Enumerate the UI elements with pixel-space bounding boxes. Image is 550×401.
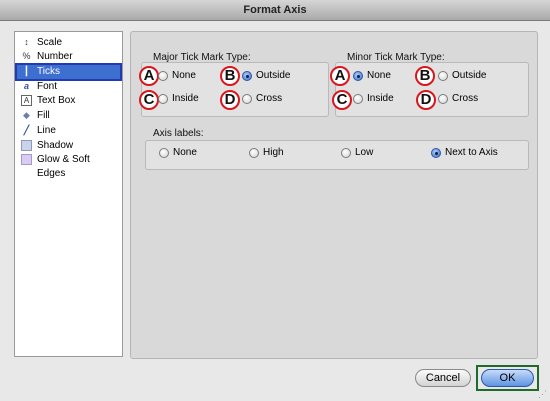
radio-label: Outside	[256, 70, 291, 81]
resize-grip-icon[interactable]: ⋰	[538, 389, 548, 399]
badge-c-minor: C	[332, 90, 352, 110]
sidebar-item-shadow[interactable]: ▢ Shadow	[17, 139, 120, 153]
line-icon: ╱	[23, 125, 30, 135]
radio-button[interactable]	[242, 71, 252, 81]
ticks-icon: ┃	[23, 66, 30, 76]
badge-a-major: A	[139, 66, 159, 86]
radio-label: None	[367, 70, 391, 81]
font-icon: a	[23, 81, 29, 91]
badge-a-minor: A	[330, 66, 350, 86]
sidebar-item-line[interactable]: ╱ Line	[17, 124, 120, 138]
radio-button[interactable]	[438, 94, 448, 104]
axis-labels-title: Axis labels:	[153, 128, 204, 139]
window-title: Format Axis	[0, 0, 550, 21]
shadow-icon: ▢	[21, 140, 32, 151]
radio-button[interactable]	[158, 94, 168, 104]
radio-button[interactable]	[249, 148, 259, 158]
radio-button[interactable]	[438, 71, 448, 81]
radio-label: Low	[355, 147, 374, 158]
sidebar-item-label: Glow & Soft Edges	[37, 154, 90, 179]
sidebar-item-font[interactable]: a Font	[17, 80, 120, 94]
radio-label: None	[172, 70, 196, 81]
radio-button[interactable]	[158, 71, 168, 81]
textbox-icon: A	[21, 95, 32, 106]
sidebar-item-scale[interactable]: ↕ Scale	[17, 36, 120, 50]
category-sidebar: ↕ Scale % Number ┃ Ticks a Font A Text B…	[14, 31, 123, 357]
sidebar-item-label: Shadow	[37, 140, 74, 151]
number-icon: %	[22, 51, 31, 61]
badge-b-minor: B	[415, 66, 435, 86]
badge-b-major: B	[220, 66, 240, 86]
sidebar-item-label: Fill	[37, 110, 50, 121]
radio-button[interactable]	[353, 71, 363, 81]
radio-button[interactable]	[353, 94, 363, 104]
sidebar-item-number[interactable]: % Number	[17, 50, 120, 64]
radio-label: Inside	[367, 93, 394, 104]
sidebar-item-glow-soft-edges[interactable]: ▢ Glow & Soft Edges	[17, 153, 120, 179]
radio-label: None	[173, 147, 197, 158]
radio-label: Outside	[452, 70, 487, 81]
sidebar-item-label: Scale	[37, 37, 63, 48]
paint-bucket-icon: ◆	[23, 110, 30, 120]
badge-d-major: D	[220, 90, 240, 110]
sidebar-item-ticks[interactable]: ┃ Ticks	[15, 63, 122, 81]
radio-label: Next to Axis	[445, 147, 498, 158]
sidebar-item-text-box[interactable]: A Text Box	[17, 94, 120, 108]
sidebar-item-label: Text Box	[37, 95, 76, 106]
sidebar-item-fill[interactable]: ◆ Fill	[17, 109, 120, 123]
glow-icon: ▢	[21, 154, 32, 165]
scale-icon: ↕	[24, 37, 29, 47]
sidebar-item-label: Font	[37, 81, 58, 92]
badge-c-major: C	[139, 90, 159, 110]
format-axis-dialog: Format Axis ↕ Scale % Number ┃ Ticks a F…	[0, 0, 550, 401]
radio-button[interactable]	[159, 148, 169, 158]
radio-label: High	[263, 147, 284, 158]
radio-label: Cross	[452, 93, 479, 104]
sidebar-item-label: Line	[37, 125, 56, 136]
sidebar-item-label: Number	[37, 51, 73, 62]
ticks-panel: Major Tick Mark Type: A None B Outside C…	[130, 31, 538, 359]
ok-button[interactable]: OK	[481, 369, 534, 387]
cancel-button[interactable]: Cancel	[415, 369, 471, 387]
radio-label: Inside	[172, 93, 199, 104]
badge-d-minor: D	[416, 90, 436, 110]
radio-label: Cross	[256, 93, 283, 104]
sidebar-item-label: Ticks	[37, 66, 60, 77]
radio-button[interactable]	[431, 148, 441, 158]
radio-button[interactable]	[242, 94, 252, 104]
radio-button[interactable]	[341, 148, 351, 158]
